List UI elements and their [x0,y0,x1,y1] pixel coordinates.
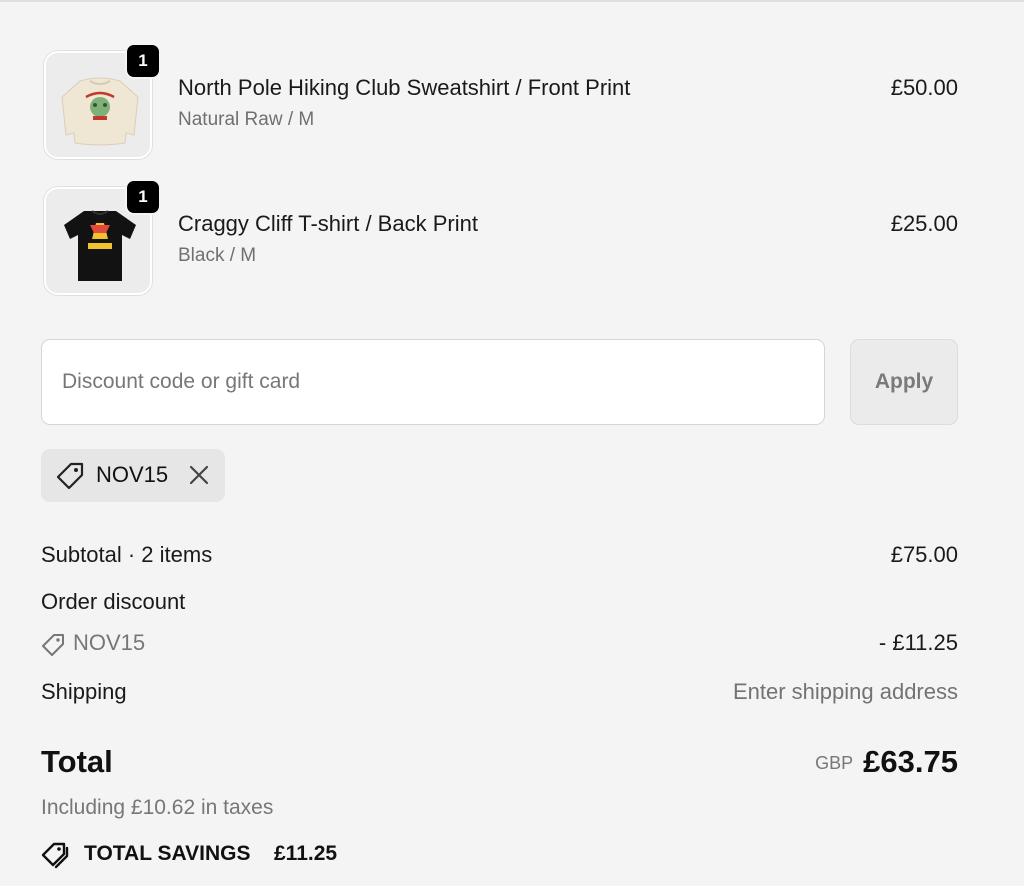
shipping-value: Enter shipping address [732,679,958,704]
savings-tag-icon [41,842,69,869]
line-item: 1 Craggy Cliff T-shirt / Back Print Blac… [42,179,958,299]
item-price: £50.00 [890,75,958,100]
discount-value: - £11.25 [878,630,958,655]
order-discount-label: Order discount [41,589,186,614]
total-price: GBP £63.75 [815,744,958,780]
savings-amount: £11.25 [274,842,338,865]
subtotal-label: Subtotal · 2 items [41,542,213,567]
item-variant: Black / M [178,245,257,266]
savings-label: TOTAL SAVINGS [84,842,251,865]
discount-code-text: NOV15 [73,630,146,655]
item-name: Craggy Cliff T-shirt / Back Print [178,211,478,236]
tag-icon [42,634,64,656]
shipping-label: Shipping [41,679,127,704]
tag-icon [55,461,85,496]
discount-code-input[interactable] [41,339,825,425]
line-item: 1 North Pole Hiking Club Sweatshirt / Fr… [42,43,958,163]
top-divider [0,0,1024,2]
quantity-badge: 1 [125,179,161,215]
apply-discount-button[interactable]: Apply [850,339,958,425]
close-icon[interactable] [187,463,211,492]
quantity-badge: 1 [125,43,161,79]
subtotal-value: £75.00 [890,542,958,567]
item-variant: Natural Raw / M [178,109,315,130]
total-amount: £63.75 [863,744,958,779]
applied-discount-chip: NOV15 [41,449,225,502]
currency-code: GBP [815,753,854,773]
taxes-note: Including £10.62 in taxes [41,796,274,819]
item-price: £25.00 [890,211,958,236]
item-name: North Pole Hiking Club Sweatshirt / Fron… [178,75,631,100]
total-label: Total [41,744,113,779]
applied-code-label: NOV15 [96,462,169,487]
